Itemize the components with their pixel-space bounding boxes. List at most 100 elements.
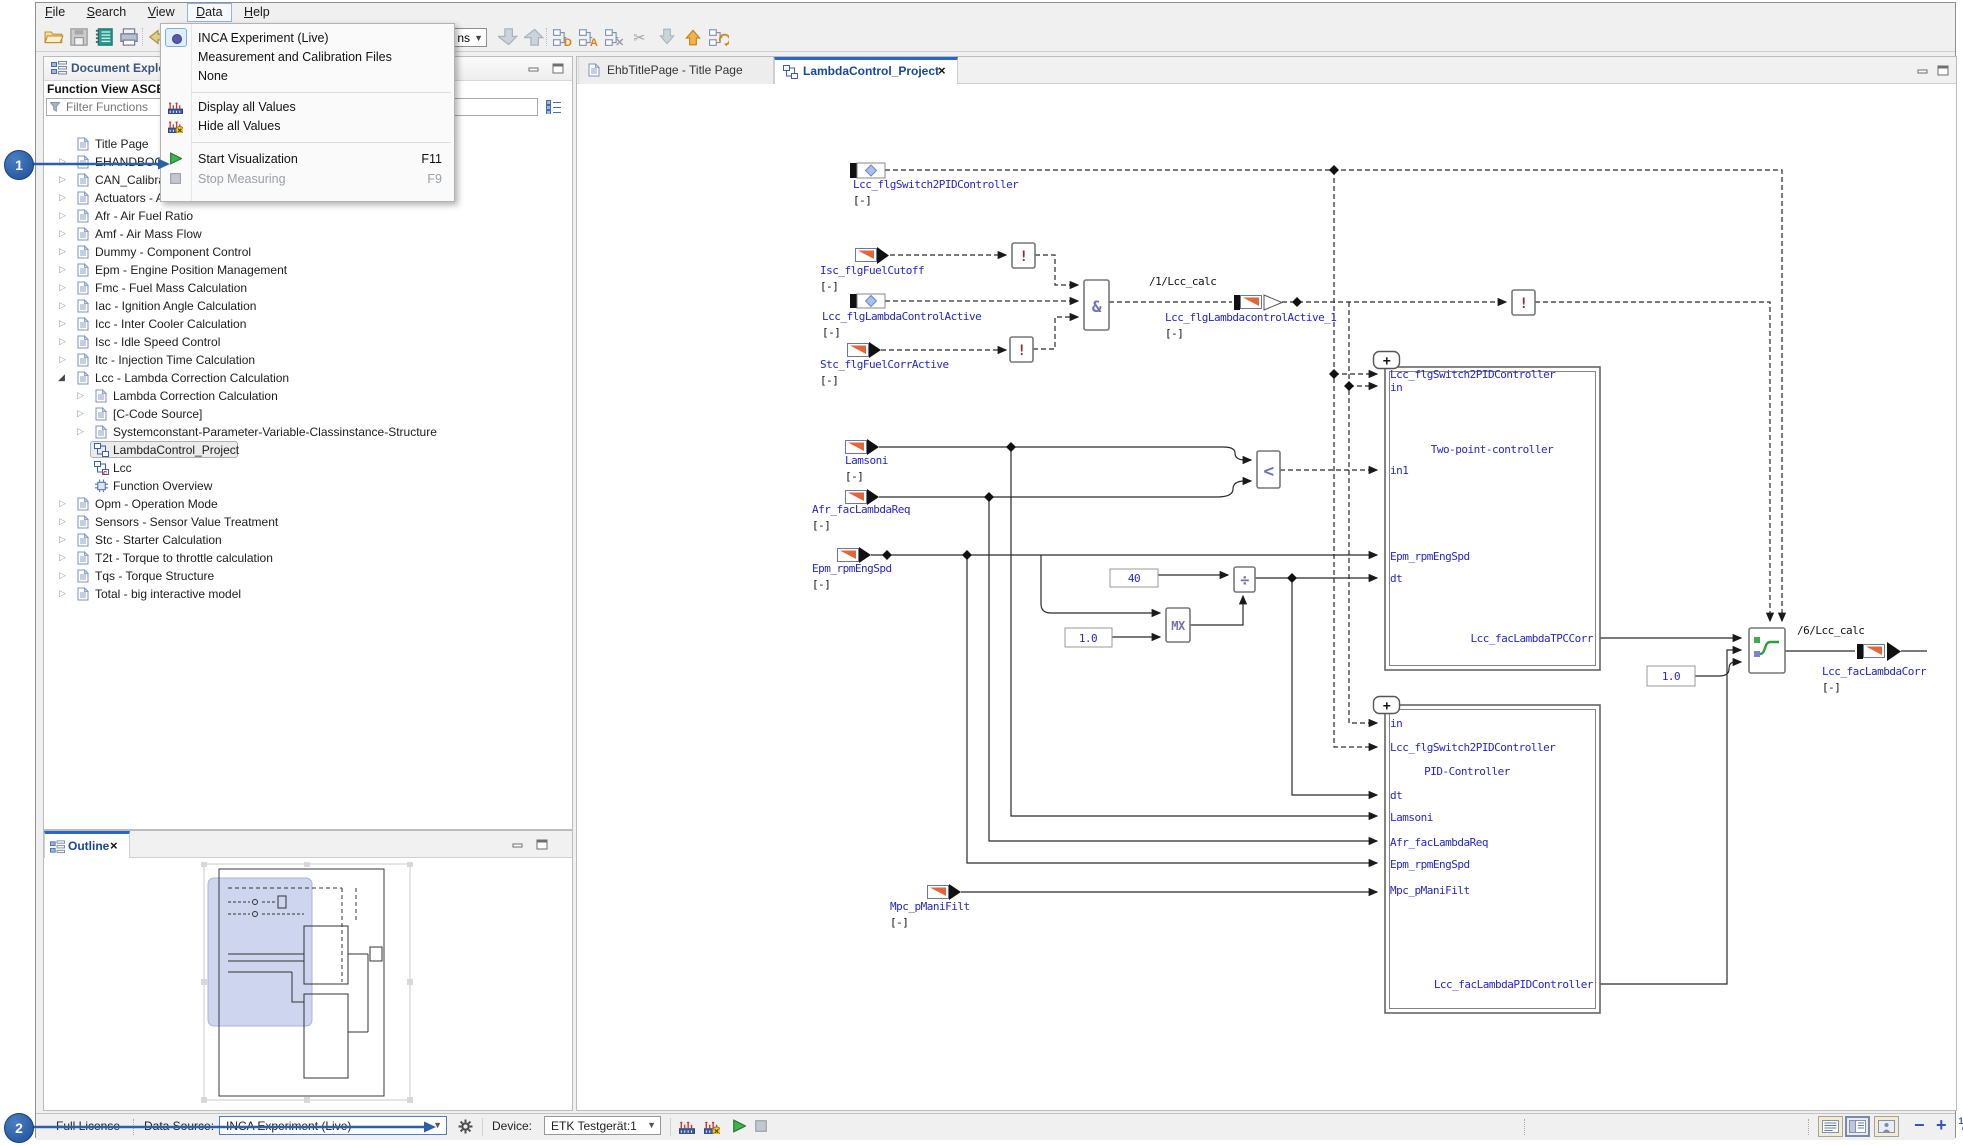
open-file-icon[interactable]: [44, 27, 64, 47]
menu-file[interactable]: File: [36, 3, 74, 22]
tree-item-c-code-source[interactable]: ▷ [C-Code Source]: [44, 405, 572, 423]
tree-item-epm[interactable]: ▷ Epm - Engine Position Management: [44, 261, 572, 279]
menu-item-none[interactable]: None: [161, 67, 454, 86]
close-icon[interactable]: ×: [110, 838, 118, 853]
menu-item-stop-measuring[interactable]: Stop Measuring F9: [161, 170, 454, 189]
tree-item-isc[interactable]: ▷ Isc - Idle Speed Control: [44, 333, 572, 351]
device-label: Device:: [492, 1119, 533, 1133]
tree-item-systemconstant[interactable]: ▷ Systemconstant-Parameter-Variable-Class…: [44, 423, 572, 441]
tree-item-itc[interactable]: ▷ Itc - Injection Time Calculation: [44, 351, 572, 369]
start-measuring-icon[interactable]: [732, 1119, 746, 1133]
two-point-controller-block[interactable]: + Lcc_flgSwitch2PIDController in Two-poi…: [1372, 350, 1601, 671]
menu-item-start-visualization[interactable]: Start Visualization F11: [161, 150, 454, 169]
save-icon[interactable]: [69, 27, 89, 47]
tree-item-total[interactable]: ▷ Total - big interactive model: [44, 585, 572, 603]
constant-40[interactable]: 40: [1109, 568, 1159, 588]
minimize-icon[interactable]: [528, 63, 540, 74]
notebook-icon[interactable]: [94, 27, 114, 47]
divide-block[interactable]: ÷: [1233, 566, 1256, 593]
tree-item-dummy[interactable]: ▷ Dummy - Component Control: [44, 243, 572, 261]
minimize-icon[interactable]: [1917, 65, 1929, 76]
tree-item-opm[interactable]: ▷ Opm - Operation Mode: [44, 495, 572, 513]
tree-item-fmc[interactable]: ▷ Fmc - Fuel Mass Calculation: [44, 279, 572, 297]
tree-item-lambdacontrol-project[interactable]: LambdaControl_Project: [44, 441, 572, 459]
close-icon[interactable]: ×: [938, 63, 946, 78]
maximize-icon[interactable]: [536, 839, 548, 850]
block-diagram-canvas[interactable]: Lcc_flgSwitch2PIDController [-] Isc_flgF…: [577, 85, 1956, 1110]
tree-item-sensors[interactable]: ▷ Sensors - Sensor Value Treatment: [44, 513, 572, 531]
menu-data[interactable]: Data: [187, 3, 232, 22]
maximize-icon[interactable]: [1937, 65, 1949, 76]
data-source-combo[interactable]: INCA Experiment (Live) ▼: [219, 1116, 447, 1135]
input-faclambdareq[interactable]: Afr_facLambdaReq [-]: [812, 489, 910, 532]
gear-icon[interactable]: [458, 1119, 473, 1134]
tab-lambdacontrol-project[interactable]: LambdaControl_Project ×: [774, 57, 958, 84]
expand-plus-icon[interactable]: +: [1383, 699, 1392, 714]
tree-add-data-icon[interactable]: D: [553, 27, 573, 47]
tree-item-function-overview[interactable]: Function Overview: [44, 477, 572, 495]
maximize-icon[interactable]: [552, 63, 564, 74]
display-values-icon[interactable]: [679, 1119, 695, 1134]
expand-plus-icon[interactable]: +: [1383, 354, 1392, 369]
cut-icon[interactable]: ✂: [631, 27, 651, 47]
tree-add-all-icon[interactable]: A: [579, 27, 599, 47]
view-split-button[interactable]: [1845, 1116, 1870, 1137]
zoom-in-button[interactable]: +: [1936, 1115, 1947, 1136]
outline-tab[interactable]: Outline ×: [44, 831, 130, 858]
view-preview-button[interactable]: [1874, 1116, 1899, 1137]
outline-thumbnail[interactable]: [192, 862, 422, 1104]
import-icon[interactable]: [657, 27, 677, 47]
view-menu-icon[interactable]: [546, 100, 562, 114]
tree-item-stc[interactable]: ▷ Stc - Starter Calculation: [44, 531, 572, 549]
navigate-up-icon[interactable]: [524, 27, 544, 47]
input-fuelcutoff[interactable]: Isc_flgFuelCutoff [-]: [820, 247, 925, 293]
tree-remove-icon[interactable]: ✕: [605, 27, 625, 47]
svg-text:Mpc_pManiFilt: Mpc_pManiFilt: [1390, 884, 1470, 897]
menu-item-measurement-files[interactable]: Measurement and Calibration Files: [161, 48, 454, 67]
view-list-button[interactable]: [1818, 1116, 1843, 1137]
menu-view[interactable]: View: [139, 3, 184, 22]
not-block-2[interactable]: !: [1009, 336, 1034, 363]
tab-ehbtitlepage[interactable]: EhbTitlePage - Title Page: [578, 57, 774, 84]
print-icon[interactable]: [119, 27, 139, 47]
less-than-block[interactable]: <: [1256, 450, 1281, 489]
not-block-3[interactable]: !: [1511, 289, 1536, 316]
refresh-tree-icon[interactable]: [709, 27, 729, 47]
tree-item-afr[interactable]: ▷ Afr - Air Fuel Ratio: [44, 207, 572, 225]
zoom-out-button[interactable]: −: [1914, 1115, 1925, 1136]
input-rpmengspd[interactable]: Epm_rpmEngSpd [-]: [812, 547, 892, 591]
menu-item-display-all-values[interactable]: Display all Values: [161, 98, 454, 117]
minimize-icon[interactable]: [512, 839, 524, 850]
tree-item-tqs[interactable]: ▷ Tqs - Torque Structure: [44, 567, 572, 585]
max-block[interactable]: MX: [1165, 607, 1191, 643]
tree-item-lcc[interactable]: ◢ Lcc - Lambda Correction Calculation: [44, 369, 572, 387]
input-lamsoni[interactable]: Lamsoni [-]: [845, 439, 888, 483]
input-fuelcorractive[interactable]: Stc_flgFuelCorrActive [-]: [820, 342, 949, 387]
export-icon[interactable]: [683, 27, 703, 47]
tree-item-lcc-class[interactable]: c Lcc: [44, 459, 572, 477]
menu-item-hide-all-values[interactable]: Hide all Values: [161, 117, 454, 136]
tree-item-iac[interactable]: ▷ Iac - Ignition Angle Calculation: [44, 297, 572, 315]
tree-item-lambda-correction[interactable]: ▷ Lambda Correction Calculation: [44, 387, 572, 405]
menu-help[interactable]: Help: [235, 3, 279, 22]
tree-item-t2t[interactable]: ▷ T2t - Torque to throttle calculation: [44, 549, 572, 567]
constant-1-0-b[interactable]: 1.0: [1646, 665, 1696, 687]
not-block-1[interactable]: !: [1011, 242, 1036, 269]
document-icon: [77, 569, 89, 583]
zoom-level[interactable]: 100%: [1955, 1117, 1963, 1135]
input-pmanifilt[interactable]: Mpc_pManiFilt [-]: [890, 884, 970, 929]
and-block[interactable]: &: [1083, 279, 1110, 331]
output-faclambdacorr[interactable]: Lcc_facLambdaCorr [-]: [1822, 642, 1927, 694]
menu-search[interactable]: Search: [78, 3, 136, 22]
device-combo[interactable]: ETK Testgerät:1 ▼: [544, 1116, 661, 1135]
pid-controller-block[interactable]: + in Lcc_flgSwitch2PIDController PID-Con…: [1372, 695, 1601, 1014]
menu-item-inca-experiment[interactable]: INCA Experiment (Live): [161, 28, 454, 48]
document-icon: [77, 515, 89, 529]
navigate-down-icon[interactable]: [498, 27, 518, 47]
stop-measuring-icon[interactable]: [754, 1119, 768, 1133]
tree-item-amf[interactable]: ▷ Amf - Air Mass Flow: [44, 225, 572, 243]
constant-1-0-a[interactable]: 1.0: [1064, 627, 1113, 648]
tree-item-icc[interactable]: ▷ Icc - Inter Cooler Calculation: [44, 315, 572, 333]
hide-values-icon[interactable]: [704, 1119, 720, 1134]
switch-block[interactable]: [1748, 627, 1786, 674]
